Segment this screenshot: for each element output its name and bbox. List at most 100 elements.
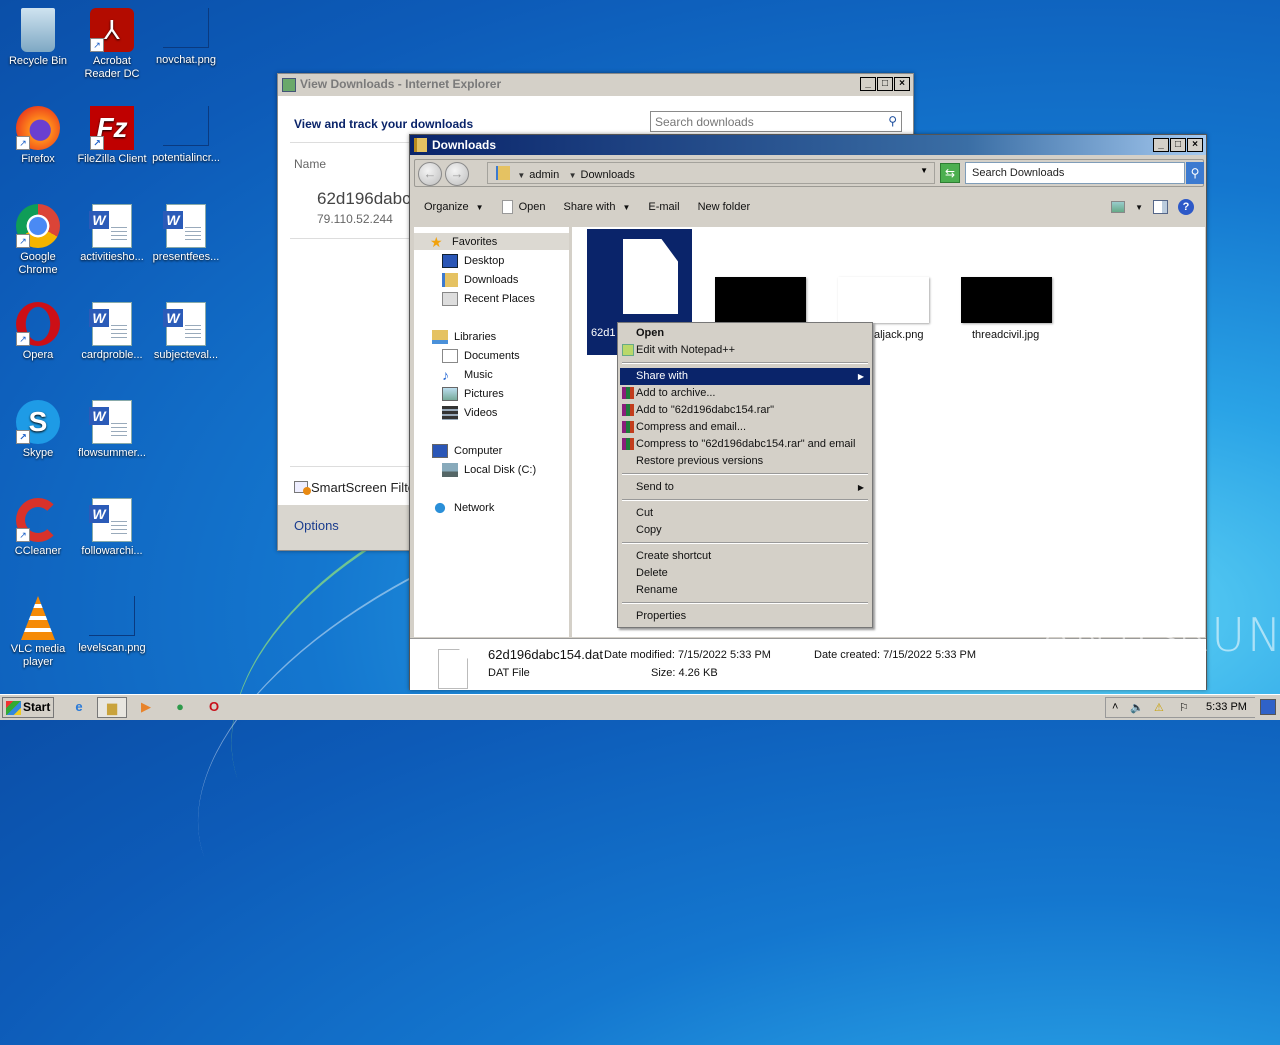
show-desktop-button[interactable] [1260,699,1276,715]
nav-downloads[interactable]: Downloads [442,271,518,288]
menu-item-compress-email[interactable]: Compress and email... [620,419,870,436]
desktop-icon-skype[interactable]: S ↗ Skype [0,400,76,460]
desktop-icon-subjecteval[interactable]: subjecteval... [148,302,224,362]
desktop-icon-filezilla[interactable]: Fz ↗ FileZilla Client [74,106,150,166]
word-doc-icon [163,204,206,248]
taskbar-explorer-icon[interactable]: ▆ [97,697,127,718]
desktop-icon-vlc[interactable]: VLC media player [0,596,76,669]
menu-item-cut[interactable]: Cut [620,505,870,522]
file-item[interactable]: aljack.png [838,277,929,341]
email-button[interactable]: E-mail [648,201,679,213]
menu-item-add-archive[interactable]: Add to archive... [620,385,870,402]
menu-item-rename[interactable]: Rename [620,582,870,599]
minimize-button[interactable]: _ [1153,138,1169,152]
download-filename[interactable]: 62d196dabc1 [317,189,420,209]
explorer-title-bar[interactable]: Downloads _ □ × [410,135,1206,155]
nav-label: Recent Places [464,292,535,305]
change-view-icon[interactable] [1111,201,1126,213]
chevron-icon[interactable]: ▼ [569,171,577,180]
desktop-icon-ccleaner[interactable]: ↗ CCleaner [0,498,76,558]
search-icon[interactable]: ⚲ [1186,162,1204,184]
close-button[interactable]: × [894,77,910,91]
breadcrumb-admin[interactable]: admin [529,169,559,181]
videos-icon [442,405,458,420]
help-icon[interactable]: ? [1178,199,1194,215]
close-button[interactable]: × [1187,138,1203,152]
show-hidden-icons-icon[interactable]: ˄ [1112,701,1118,713]
menu-item-send-to[interactable]: Send to ▶ [620,479,870,496]
desktop-icon-presentfees[interactable]: presentfees... [148,204,224,264]
organize-button[interactable]: Organize ▼ [424,201,484,213]
nav-local-disk[interactable]: Local Disk (C:) [442,461,536,478]
preview-pane-icon[interactable] [1153,200,1168,214]
menu-item-add-rar[interactable]: Add to "62d196dabc154.rar" [620,402,870,419]
desktop-icon-chrome[interactable]: ↗ Google Chrome [0,204,76,277]
search-downloads-input[interactable]: Search Downloads [965,162,1185,184]
nav-recent-places[interactable]: Recent Places [442,290,535,307]
address-bar[interactable]: ▼ admin ▼ Downloads ▼ [487,162,935,184]
desktop-icon-flowsummer[interactable]: flowsummer... [74,400,150,460]
pictures-icon [442,386,458,401]
nav-network[interactable]: Network [432,499,494,516]
open-button[interactable]: Open [501,200,545,214]
action-center-flag-icon[interactable]: ⚐ [1179,701,1189,714]
file-item[interactable] [715,277,806,323]
command-toolbar: Organize ▼ Open Share with ▼ E-mail New fo… [410,193,1206,221]
menu-item-open[interactable]: Open [620,325,870,342]
view-dropdown-icon[interactable]: ▼ [1135,203,1143,212]
search-placeholder: Search downloads [655,115,754,129]
file-item[interactable]: threadcivil.jpg [961,277,1052,341]
refresh-button[interactable]: ⇆ [940,163,960,183]
nav-libraries[interactable]: Libraries [432,328,496,345]
taskbar-chrome-icon[interactable]: ● [165,697,195,718]
breadcrumb-downloads[interactable]: Downloads [581,169,635,181]
menu-item-edit-notepad[interactable]: Edit with Notepad++ [620,342,870,359]
desktop-icon-followarchi[interactable]: followarchi... [74,498,150,558]
nav-documents[interactable]: Documents [442,347,520,364]
chevron-icon[interactable]: ▼ [517,171,525,180]
address-dropdown-icon[interactable]: ▼ [920,166,928,175]
desktop-icon-potentialincr[interactable]: potentialincr... [148,106,224,165]
ie-title-bar[interactable]: View Downloads - Internet Explorer _ □ × [278,74,913,96]
nav-music[interactable]: ♪ Music [442,366,493,383]
smartscreen-filter-link[interactable]: SmartScreen Filte [294,480,415,495]
desktop-icon-acrobat[interactable]: ⅄ ↗ Acrobat Reader DC [74,8,150,81]
taskbar-opera-icon[interactable]: O [199,697,229,718]
desktop-icon-cardproble[interactable]: cardproble... [74,302,150,362]
nav-videos[interactable]: Videos [442,404,497,421]
menu-item-properties[interactable]: Properties [620,608,870,625]
start-button[interactable]: Start [2,697,54,718]
search-icon[interactable]: ⚲ [888,114,897,128]
nav-computer[interactable]: Computer [432,442,502,459]
menu-item-compress-rar-email[interactable]: Compress to "62d196dabc154.rar" and emai… [620,436,870,453]
desktop-icon-opera[interactable]: ↗ Opera [0,302,76,362]
menu-item-copy[interactable]: Copy [620,522,870,539]
name-column-header[interactable]: Name [294,157,326,171]
desktop-icon-firefox[interactable]: ↗ Firefox [0,106,76,166]
desktop-icon-novchat[interactable]: novchat.png [148,8,224,67]
forward-button[interactable]: → [445,162,469,186]
desktop-icon-levelscan[interactable]: levelscan.png [74,596,150,655]
new-folder-button[interactable]: New folder [698,201,751,213]
share-with-button[interactable]: Share with ▼ [563,201,630,213]
desktop-icon-recycle-bin[interactable]: Recycle Bin [0,8,76,68]
network-warning-icon[interactable]: ⚠ [1154,701,1164,714]
nav-favorites[interactable]: ★ Favorites [414,233,569,250]
maximize-button[interactable]: □ [1170,138,1186,152]
options-link[interactable]: Options [294,518,339,533]
nav-pictures[interactable]: Pictures [442,385,504,402]
menu-item-share-with[interactable]: Share with ▶ [620,368,870,385]
maximize-button[interactable]: □ [877,77,893,91]
nav-desktop[interactable]: Desktop [442,252,504,269]
menu-item-delete[interactable]: Delete [620,565,870,582]
back-button[interactable]: ← [418,162,442,186]
minimize-button[interactable]: _ [860,77,876,91]
taskbar-ie-icon[interactable]: e [64,697,94,718]
desktop-icon-activitiesho[interactable]: activitiesho... [74,204,150,264]
clock[interactable]: 5:33 PM [1206,701,1247,713]
menu-item-create-shortcut[interactable]: Create shortcut [620,548,870,565]
search-downloads-input[interactable]: Search downloads ⚲ [650,111,902,132]
taskbar-media-player-icon[interactable]: ▶ [131,697,161,718]
volume-icon[interactable]: 🔈 [1130,701,1144,714]
menu-item-restore-versions[interactable]: Restore previous versions [620,453,870,470]
